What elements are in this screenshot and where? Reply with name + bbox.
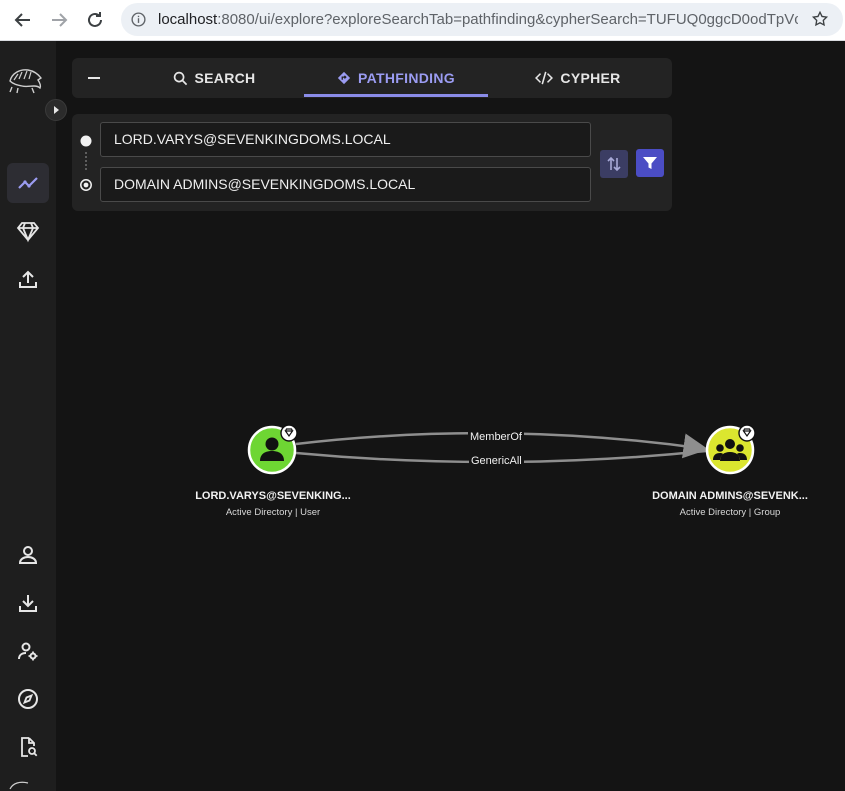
tab-pathfinding[interactable]: PATHFINDING	[304, 58, 488, 98]
user-node[interactable]	[247, 424, 301, 476]
upload-icon[interactable]	[16, 267, 40, 291]
minus-icon	[88, 77, 100, 79]
collapse-panel-button[interactable]	[72, 58, 116, 98]
edge-filter-button[interactable]	[636, 149, 664, 177]
diamond-route-icon	[337, 71, 351, 85]
tab-label: CYPHER	[560, 70, 621, 86]
code-icon	[535, 71, 554, 85]
bottom-logo-icon	[9, 781, 29, 790]
user-node-label: LORD.VARYS@SEVENKING...	[195, 490, 351, 502]
bookmark-star-icon[interactable]	[811, 10, 829, 28]
forward-arrow-icon[interactable]	[47, 8, 71, 32]
group-node[interactable]	[705, 424, 759, 476]
graph-canvas[interactable]: LORD.VARYS@SEVENKING... Active Directory…	[56, 220, 845, 791]
swap-vertical-icon	[607, 156, 621, 172]
filter-funnel-icon	[643, 157, 657, 169]
address-bar[interactable]: localhost:8080/ui/explore?exploreSearchT…	[121, 3, 843, 36]
swap-nodes-button[interactable]	[600, 150, 628, 178]
gem-icon[interactable]	[16, 219, 40, 243]
browser-toolbar: localhost:8080/ui/explore?exploreSearchT…	[0, 0, 845, 41]
sidebar-expand-button[interactable]	[45, 99, 67, 121]
reload-icon[interactable]	[83, 8, 107, 32]
compass-icon[interactable]	[16, 687, 40, 711]
group-node-label: DOMAIN ADMINS@SEVENK...	[652, 490, 808, 502]
end-node-input[interactable]: DOMAIN ADMINS@SEVENKINGDOMS.LOCAL	[100, 167, 591, 202]
graph-edges	[295, 431, 709, 464]
url-path: :8080/ui/explore?exploreSearchTab=pathfi…	[217, 11, 798, 28]
info-icon[interactable]	[130, 11, 147, 28]
start-node-input[interactable]: LORD.VARYS@SEVENKINGDOMS.LOCAL	[100, 122, 591, 157]
user-settings-icon[interactable]	[16, 639, 40, 663]
tab-search[interactable]: SEARCH	[132, 58, 296, 98]
url-host: localhost	[158, 11, 218, 28]
tab-label: SEARCH	[194, 70, 256, 86]
url-text[interactable]: localhost:8080/ui/explore?exploreSearchT…	[158, 11, 798, 28]
tab-cypher[interactable]: CYPHER	[496, 58, 660, 98]
group-node-type: Active Directory | Group	[679, 507, 781, 518]
user-node-type: Active Directory | User	[225, 507, 321, 518]
back-arrow-icon[interactable]	[11, 8, 35, 32]
tab-label: PATHFINDING	[358, 70, 455, 86]
search-icon	[173, 71, 187, 85]
target-node-icon	[80, 179, 92, 191]
caret-right-icon	[54, 106, 59, 114]
user-profile-icon[interactable]	[16, 543, 40, 567]
bloodhound-logo-icon[interactable]	[6, 63, 46, 95]
start-node-dot-icon	[80, 135, 92, 147]
document-search-icon[interactable]	[16, 735, 40, 759]
left-sidebar	[0, 41, 56, 791]
explore-tabs: SEARCH PATHFINDING CYPHER	[72, 58, 672, 98]
edge-label-genericall[interactable]: GenericAll	[469, 455, 524, 467]
explore-graph-icon[interactable]	[16, 171, 40, 195]
path-connector-line	[85, 152, 87, 172]
download-icon[interactable]	[16, 591, 40, 615]
edge-label-memberof[interactable]: MemberOf	[468, 431, 524, 443]
active-tab-indicator	[304, 94, 488, 97]
